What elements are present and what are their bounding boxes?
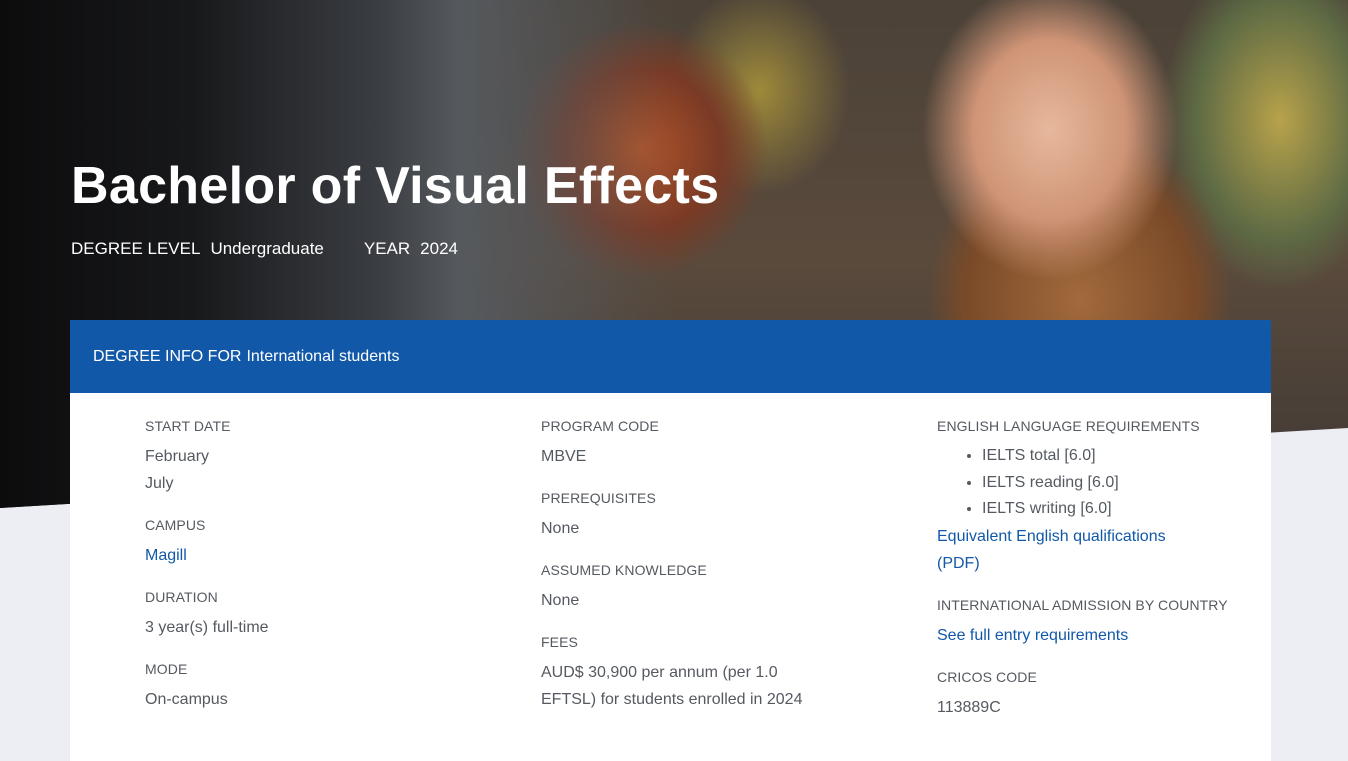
entry-requirements-link[interactable]: See full entry requirements — [937, 627, 1128, 644]
info-column-2: PROGRAM CODE MBVE PREREQUISITES None ASS… — [541, 418, 821, 733]
fees-line: AUD$ 30,900 per annum (per 1.0 — [541, 664, 778, 681]
info-column-1: START DATE February July CAMPUS Magill D… — [145, 418, 505, 733]
degree-info-audience: International students — [246, 347, 400, 365]
degree-level-value: Undergraduate — [210, 239, 324, 258]
degree-level-label: DEGREE LEVEL — [71, 239, 201, 258]
year-value: 2024 — [420, 239, 458, 258]
program-code-label: PROGRAM CODE — [541, 418, 659, 434]
duration-value: 3 year(s) full-time — [145, 619, 269, 636]
program-code-field: PROGRAM CODE MBVE — [541, 418, 821, 470]
degree-level: DEGREE LEVEL Undergraduate — [71, 239, 324, 259]
cricos-field: CRICOS CODE 113889C — [937, 669, 1237, 721]
fees-field: FEES AUD$ 30,900 per annum (per 1.0 EFTS… — [541, 634, 821, 713]
mode-label: MODE — [145, 661, 188, 677]
start-date-option: July — [145, 475, 174, 492]
prerequisites-field: PREREQUISITES None — [541, 490, 821, 542]
start-date-field: START DATE February July — [145, 418, 505, 497]
english-requirements-field: ENGLISH LANGUAGE REQUIREMENTS IELTS tota… — [937, 418, 1237, 577]
campus-link[interactable]: Magill — [145, 547, 187, 564]
year: YEAR 2024 — [364, 239, 458, 259]
ielts-list: IELTS total [6.0] IELTS reading [6.0] IE… — [937, 443, 1237, 523]
start-date-label: START DATE — [145, 418, 231, 434]
ielts-item: IELTS writing [6.0] — [982, 496, 1237, 523]
prerequisites-label: PREREQUISITES — [541, 490, 656, 506]
year-label: YEAR — [363, 239, 411, 258]
campus-label: CAMPUS — [145, 517, 206, 533]
duration-label: DURATION — [145, 589, 218, 605]
start-date-value: February July — [145, 443, 505, 497]
mode-field: MODE On-campus — [145, 661, 505, 713]
campus-field: CAMPUS Magill — [145, 517, 505, 569]
admission-label: INTERNATIONAL ADMISSION BY COUNTRY — [937, 596, 1228, 613]
fees-line: EFTSL) for students enrolled in 2024 — [541, 691, 803, 708]
assumed-knowledge-value: None — [541, 592, 580, 609]
start-date-option: February — [145, 448, 210, 465]
degree-info-prefix: DEGREE INFO FOR — [93, 347, 242, 365]
degree-info-card: DEGREE INFO FOR International students ST… — [70, 320, 1271, 761]
english-requirements-label: ENGLISH LANGUAGE REQUIREMENTS — [937, 418, 1200, 434]
fees-value: AUD$ 30,900 per annum (per 1.0 EFTSL) fo… — [541, 659, 821, 713]
cricos-label: CRICOS CODE — [937, 668, 1037, 685]
page-title: Bachelor of Visual Effects — [71, 157, 720, 215]
prerequisites-value: None — [541, 520, 580, 537]
equivalent-english-link-text[interactable]: Equivalent English qualifications — [937, 523, 1237, 550]
hero-meta: DEGREE LEVEL Undergraduate YEAR 2024 — [71, 239, 458, 259]
equivalent-english-link-pdf[interactable]: (PDF) — [937, 550, 1237, 577]
assumed-knowledge-field: ASSUMED KNOWLEDGE None — [541, 562, 821, 614]
assumed-knowledge-label: ASSUMED KNOWLEDGE — [541, 562, 707, 578]
info-column-3: ENGLISH LANGUAGE REQUIREMENTS IELTS tota… — [937, 418, 1237, 741]
fees-label: FEES — [541, 634, 578, 650]
cricos-value: 113889C — [937, 698, 1001, 716]
mode-value: On-campus — [145, 691, 228, 708]
equivalent-english-link[interactable]: Equivalent English qualifications (PDF) — [937, 523, 1237, 577]
admission-field: INTERNATIONAL ADMISSION BY COUNTRY See f… — [937, 597, 1237, 649]
ielts-item: IELTS total [6.0] — [982, 443, 1237, 470]
ielts-item: IELTS reading [6.0] — [982, 470, 1237, 497]
duration-field: DURATION 3 year(s) full-time — [145, 589, 505, 641]
program-code-value: MBVE — [541, 448, 587, 465]
degree-info-header: DEGREE INFO FOR International students — [70, 320, 1271, 393]
